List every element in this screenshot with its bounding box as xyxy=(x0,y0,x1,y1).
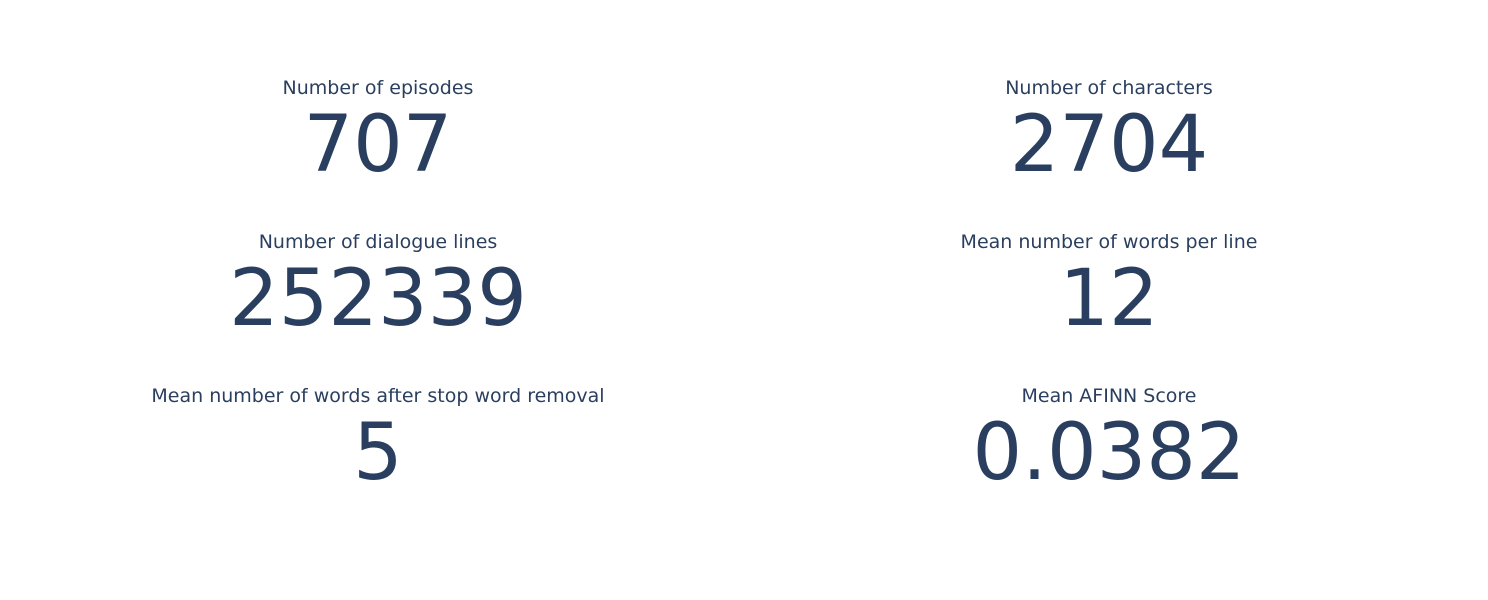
indicator-value: 707 xyxy=(303,100,453,190)
indicator-title: Number of dialogue lines xyxy=(258,231,498,253)
indicator-value: 5 xyxy=(353,408,403,498)
indicator-episodes: Number of episodes 707 xyxy=(28,77,728,185)
indicator-value: 0.0382 xyxy=(972,408,1246,498)
indicator-grid: Number of episodes 707 Number of charact… xyxy=(0,0,1488,600)
indicator-value: 12 xyxy=(1059,254,1159,344)
indicator-title: Number of episodes xyxy=(282,77,474,99)
indicator-title: Number of characters xyxy=(1005,77,1213,99)
indicator-title: Mean number of words after stop word rem… xyxy=(151,385,605,407)
indicator-words-after-stopword-removal: Mean number of words after stop word rem… xyxy=(28,385,728,493)
indicator-title: Mean AFINN Score xyxy=(1021,385,1197,407)
indicator-words-per-line: Mean number of words per line 12 xyxy=(759,231,1459,339)
indicator-value: 2704 xyxy=(1009,100,1209,190)
indicator-value: 252339 xyxy=(229,254,527,344)
indicator-title: Mean number of words per line xyxy=(960,231,1258,253)
indicator-afinn-score: Mean AFINN Score 0.0382 xyxy=(759,385,1459,493)
indicator-dialogue-lines: Number of dialogue lines 252339 xyxy=(28,231,728,339)
indicator-characters: Number of characters 2704 xyxy=(759,77,1459,185)
